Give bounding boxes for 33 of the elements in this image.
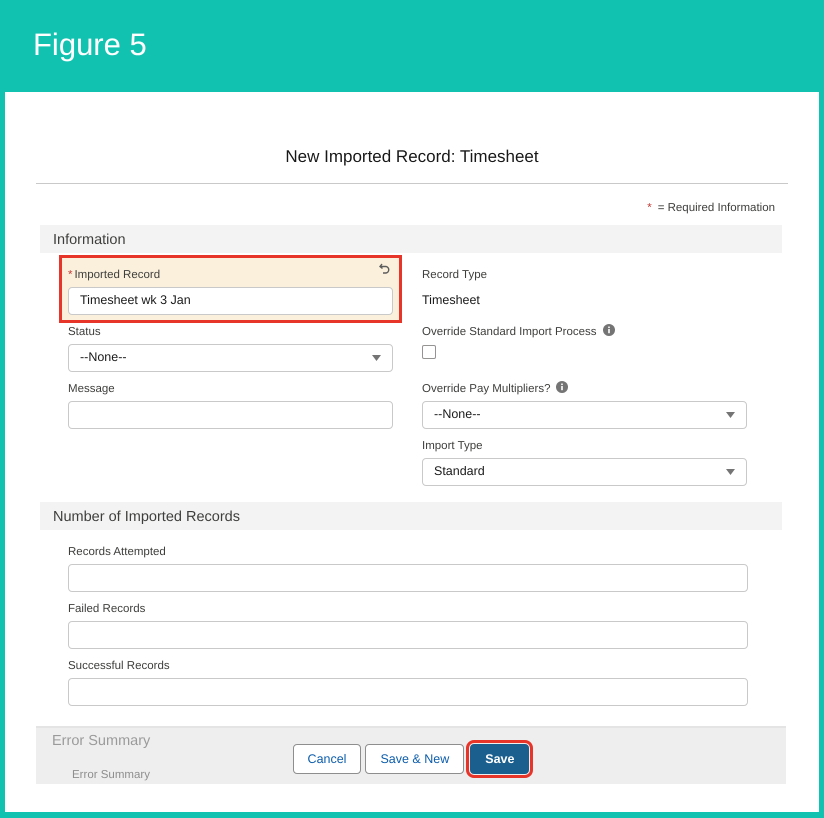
caret-icon: [726, 468, 735, 475]
required-note: = Required Information: [658, 202, 775, 214]
section-header: Number of Imported Records: [40, 502, 782, 530]
field-label: Record Type: [422, 268, 487, 283]
input-field[interactable]: [68, 620, 748, 649]
cancel-button[interactable]: Cancel: [292, 744, 362, 774]
dropdown-field[interactable]: --None--: [422, 400, 747, 429]
required-mark: *: [647, 202, 652, 214]
save-new-button[interactable]: Save & New: [365, 744, 464, 774]
section-header: Error Summary: [52, 732, 150, 751]
modal-title: New Imported Record: Timesheet: [36, 92, 788, 184]
caret-icon: [726, 412, 735, 418]
field-label: Message: [68, 382, 115, 397]
section-header: Information: [40, 224, 782, 253]
field-label: Status: [68, 326, 101, 340]
field-label: Error Summary: [72, 768, 150, 782]
field-label: Successful Records: [68, 660, 170, 674]
input-field[interactable]: Timesheet wk 3 Jan: [68, 286, 393, 315]
field-label: Failed Records: [68, 602, 146, 617]
field-label: Override Standard Import Process: [422, 326, 596, 340]
caret-icon: [372, 354, 381, 361]
field-label: * Imported Record: [68, 268, 160, 283]
field-value: Timesheet: [422, 292, 480, 309]
field-label: Override Pay Multipliers?: [422, 382, 550, 397]
field-label: Records Attempted: [68, 546, 166, 560]
field-label: Import Type: [422, 440, 483, 454]
input-field[interactable]: [68, 564, 748, 592]
input-field[interactable]: [68, 400, 393, 429]
dropdown-field[interactable]: --None--: [68, 344, 393, 372]
checkbox[interactable]: [422, 344, 436, 359]
dropdown-field[interactable]: Standard: [422, 458, 747, 486]
figure-title: Figure 5: [33, 26, 147, 64]
input-field[interactable]: [68, 678, 748, 706]
